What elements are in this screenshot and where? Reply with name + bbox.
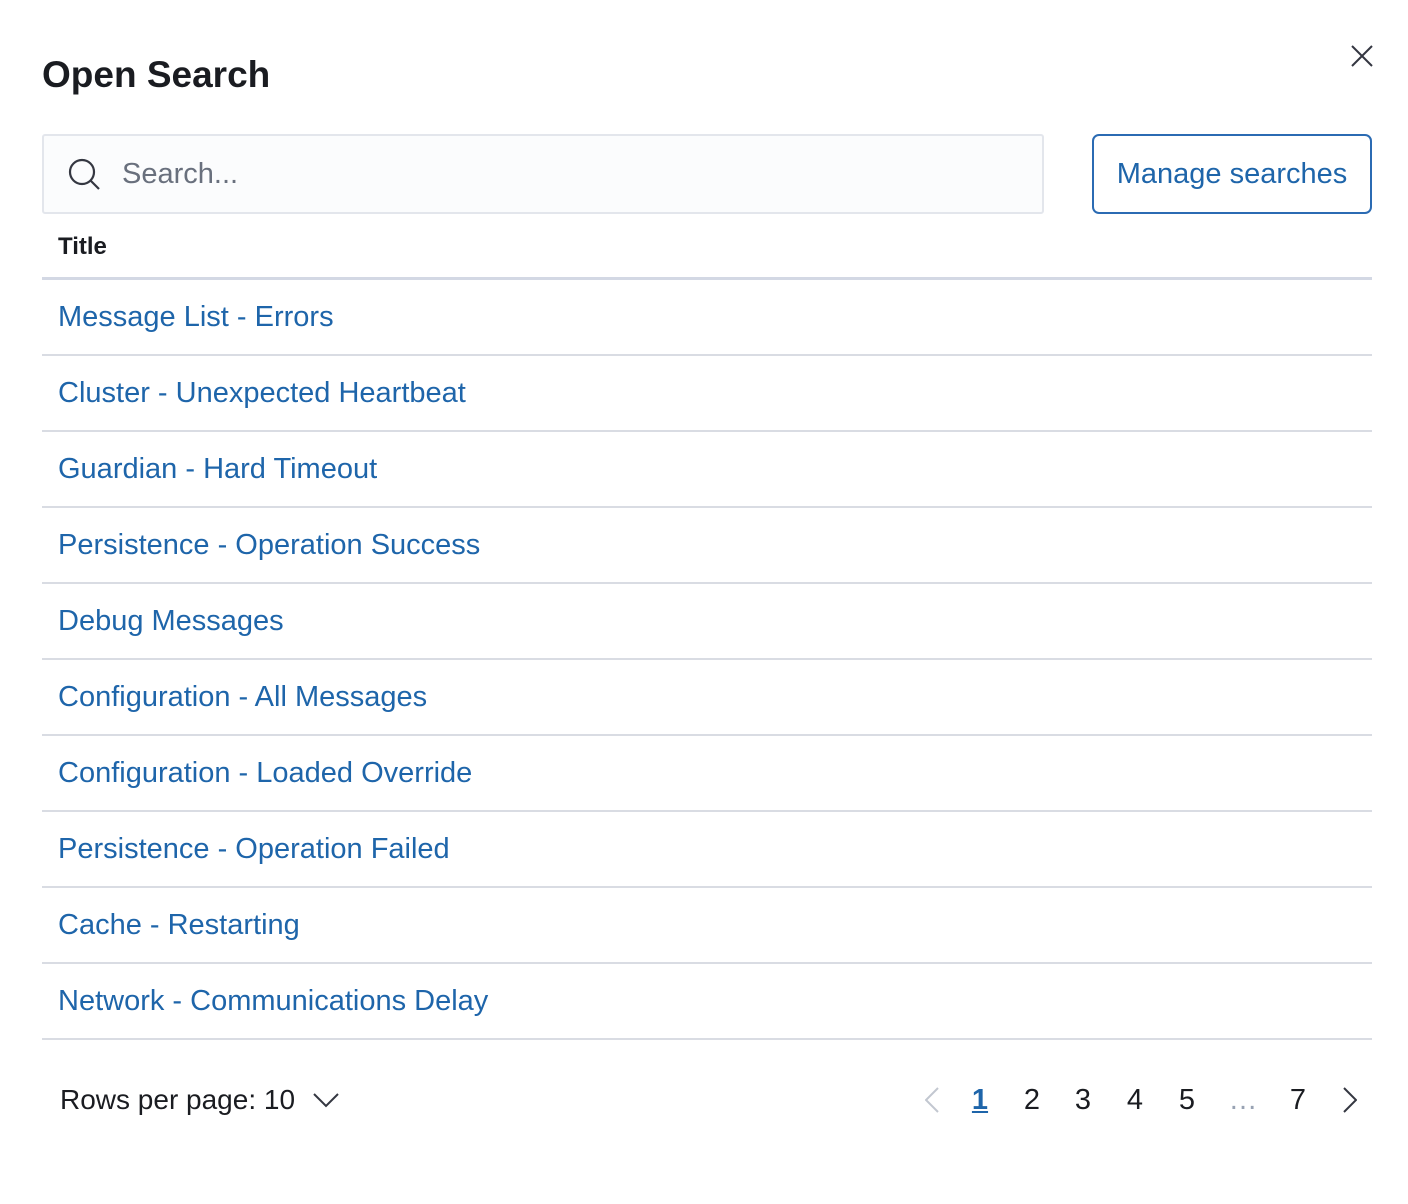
saved-search-link[interactable]: Configuration - All Messages (58, 681, 427, 714)
table-body: Message List - Errors Cluster - Unexpecte… (42, 280, 1372, 1040)
chevron-right-icon (1343, 1087, 1357, 1113)
saved-searches-table: Title Message List - Errors Cluster - Une… (42, 216, 1372, 1040)
search-input[interactable] (120, 156, 974, 192)
page-button-5[interactable]: 5 (1167, 1078, 1207, 1122)
next-page-button[interactable] (1338, 1078, 1362, 1122)
page-button-7[interactable]: 7 (1278, 1078, 1318, 1122)
rows-per-page-label: Rows per page: 10 (60, 1084, 296, 1115)
saved-search-link[interactable]: Cache - Restarting (58, 909, 300, 942)
page-button-3[interactable]: 3 (1063, 1078, 1103, 1122)
table-row: Cache - Restarting (42, 888, 1372, 964)
page-ellipsis: … (1228, 1083, 1258, 1116)
previous-page-button[interactable] (920, 1078, 944, 1122)
saved-search-link[interactable]: Configuration - Loaded Override (58, 757, 472, 790)
table-row: Persistence - Operation Failed (42, 812, 1372, 888)
saved-search-link[interactable]: Guardian - Hard Timeout (58, 453, 377, 486)
table-row: Persistence - Operation Success (42, 508, 1372, 584)
saved-search-link[interactable]: Message List - Errors (58, 301, 334, 334)
table-row: Message List - Errors (42, 280, 1372, 356)
page-button-1[interactable]: 1 (960, 1078, 1000, 1122)
column-header-title[interactable]: Title (42, 216, 1372, 280)
page-button-2[interactable]: 2 (1012, 1078, 1052, 1122)
table-row: Network - Communications Delay (42, 964, 1372, 1040)
saved-search-link[interactable]: Cluster - Unexpected Heartbeat (58, 377, 466, 410)
close-button[interactable] (1346, 40, 1378, 72)
saved-search-link[interactable]: Debug Messages (58, 605, 284, 638)
close-icon (1351, 45, 1373, 67)
open-search-flyout: Open Search Manage searches Title Messag… (0, 0, 1408, 1204)
page-button-4[interactable]: 4 (1115, 1078, 1155, 1122)
saved-search-link[interactable]: Persistence - Operation Success (58, 529, 480, 562)
table-row: Debug Messages (42, 584, 1372, 660)
search-field[interactable] (42, 134, 1044, 214)
table-row: Configuration - All Messages (42, 660, 1372, 736)
saved-search-link[interactable]: Persistence - Operation Failed (58, 833, 450, 866)
flyout-title: Open Search (42, 54, 271, 95)
search-icon (66, 156, 102, 192)
rows-per-page-selector[interactable]: Rows per page: 10 (60, 1078, 339, 1122)
table-row: Guardian - Hard Timeout (42, 432, 1372, 508)
table-row: Cluster - Unexpected Heartbeat (42, 356, 1372, 432)
chevron-down-icon (313, 1092, 339, 1108)
saved-search-link[interactable]: Network - Communications Delay (58, 985, 488, 1018)
manage-searches-button[interactable]: Manage searches (1092, 134, 1372, 214)
table-row: Configuration - Loaded Override (42, 736, 1372, 812)
chevron-left-icon (925, 1087, 939, 1113)
pagination: 1 2 3 4 5 … 7 (912, 1078, 1372, 1122)
